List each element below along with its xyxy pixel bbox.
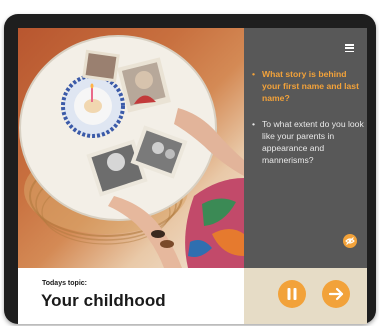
menu-bar-top	[345, 44, 354, 46]
topic-label: Todays topic:	[42, 280, 87, 287]
question-panel: • What story is behind your first name a…	[244, 28, 367, 268]
pause-button[interactable]	[278, 280, 306, 308]
menu-bar-middle	[345, 47, 354, 49]
tablet-device: Todays topic: Your childhood • What stor…	[4, 14, 376, 324]
topic-panel: Todays topic: Your childhood	[18, 268, 244, 324]
pause-icon	[287, 288, 297, 300]
arrow-right-icon	[328, 287, 344, 301]
question-item-parents[interactable]: • To what extent do you look like your p…	[252, 118, 364, 166]
tablet-screen: Todays topic: Your childhood • What stor…	[18, 28, 367, 324]
eye-off-icon[interactable]	[343, 234, 357, 248]
question-text: What story is behind your first name and…	[262, 69, 359, 103]
question-text: To what extent do you look like your par…	[262, 119, 364, 165]
topic-title: Your childhood	[41, 291, 166, 310]
next-button[interactable]	[322, 280, 350, 308]
question-bullet: •	[252, 69, 256, 79]
menu-bar-bottom	[345, 50, 354, 53]
hamburger-menu-icon[interactable]	[345, 44, 354, 53]
question-bullet: •	[252, 119, 256, 129]
playback-controls	[244, 268, 367, 324]
question-item-first-name[interactable]: • What story is behind your first name a…	[252, 68, 364, 104]
background-photo	[18, 28, 244, 268]
